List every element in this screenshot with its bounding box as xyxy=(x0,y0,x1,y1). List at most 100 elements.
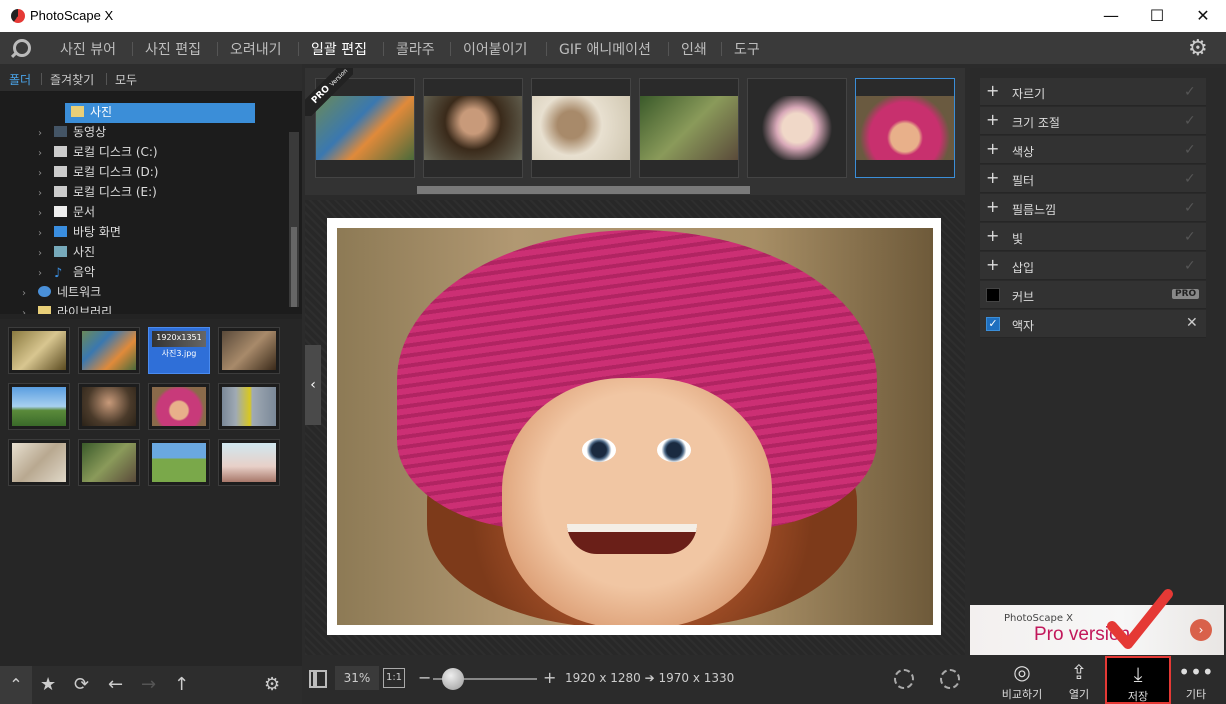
tree-scrollbar[interactable] xyxy=(289,132,299,307)
tree-item-label: 문서 xyxy=(73,205,96,219)
preview-canvas xyxy=(305,200,965,655)
maximize-button[interactable]: ☐ xyxy=(1134,0,1180,32)
tree-item-network[interactable]: › 네트워크 xyxy=(22,283,101,303)
menu-cut-out[interactable]: 오려내기 xyxy=(230,39,282,59)
window-title: PhotoScape X xyxy=(30,8,114,23)
compare-button[interactable]: ◎ 비교하기 xyxy=(993,656,1051,704)
tree-item-drive-d[interactable]: › 로컬 디스크 (D:) xyxy=(38,163,158,183)
tree-item-label: 사진 xyxy=(90,105,113,119)
menu-photo-viewer[interactable]: 사진 뷰어 xyxy=(60,39,116,59)
minimize-button[interactable]: — xyxy=(1088,0,1134,32)
rotate-left-icon[interactable] xyxy=(894,669,914,689)
collapse-left-chevron-icon[interactable]: ‹ xyxy=(305,345,321,425)
app-logo-icon xyxy=(11,9,25,23)
plus-icon: + xyxy=(986,168,1000,187)
filmstrip-thumbnail-selected[interactable] xyxy=(855,78,955,178)
option-insert[interactable]: + 삽입 ✓ xyxy=(980,252,1206,280)
menu-gif-animation[interactable]: GIF 애니메이션 xyxy=(559,39,651,59)
thumbnail[interactable] xyxy=(8,439,70,486)
zoom-level[interactable]: 31% xyxy=(335,666,379,690)
option-filter[interactable]: + 필터 ✓ xyxy=(980,165,1206,193)
tree-item-label: 로컬 디스크 (D:) xyxy=(73,165,159,179)
collapse-up-icon[interactable]: ⌃ xyxy=(0,666,32,704)
tree-item-music[interactable]: › ♪ 음악 xyxy=(38,263,95,283)
open-button[interactable]: ⇪ 열기 xyxy=(1050,656,1108,704)
filmstrip-thumbnail[interactable] xyxy=(531,78,631,178)
actual-size-button[interactable]: 1:1 xyxy=(383,668,405,688)
filmstrip-thumbnail[interactable] xyxy=(639,78,739,178)
menu-combine[interactable]: 이어붙이기 xyxy=(463,39,527,59)
tab-all[interactable]: 모두 xyxy=(115,71,137,88)
curve-checkbox[interactable] xyxy=(986,288,1000,302)
thumbnail-grid: 1920x1351 사진3.jpg xyxy=(0,319,302,666)
plus-icon: + xyxy=(986,226,1000,245)
forward-arrow-icon[interactable]: → xyxy=(141,674,156,695)
thumbnail[interactable] xyxy=(78,327,140,374)
filmstrip-scrollbar[interactable] xyxy=(417,186,750,194)
filmstrip-thumbnail[interactable] xyxy=(747,78,847,178)
thumbnail-selected[interactable]: 1920x1351 사진3.jpg xyxy=(148,327,210,374)
option-resize[interactable]: + 크기 조절 ✓ xyxy=(980,107,1206,135)
banner-next-arrow-icon[interactable]: › xyxy=(1190,619,1212,641)
tree-item-documents[interactable]: › 문서 xyxy=(38,203,95,223)
tree-item-videos[interactable]: › 동영상 xyxy=(38,123,106,143)
open-label: 열기 xyxy=(1068,688,1090,701)
title-bar: PhotoScape X — ☐ ✕ xyxy=(0,0,1226,32)
pro-version-banner[interactable]: PhotoScape X Pro version › xyxy=(970,605,1224,655)
tree-item-label: 음악 xyxy=(73,265,96,279)
tree-item-pictures[interactable]: › 사진 xyxy=(38,243,95,263)
zoom-out-icon[interactable]: − xyxy=(418,668,431,687)
more-dots-icon: ••• xyxy=(1178,660,1214,684)
thumbnail[interactable] xyxy=(78,383,140,430)
view-frame-icon[interactable] xyxy=(309,670,327,688)
frame-checkbox[interactable]: ✓ xyxy=(986,317,1000,331)
tree-item-photos-selected[interactable]: 사진 xyxy=(65,103,255,123)
option-film[interactable]: + 필름느낌 ✓ xyxy=(980,194,1206,222)
thumbnail[interactable] xyxy=(218,439,280,486)
thumbnail[interactable] xyxy=(148,439,210,486)
thumbnail[interactable] xyxy=(148,383,210,430)
check-icon: ✓ xyxy=(1184,171,1196,187)
star-icon[interactable]: ★ xyxy=(40,674,56,695)
pro-badge-sub: Version xyxy=(328,68,350,89)
menu-batch-editor[interactable]: 일괄 편집 xyxy=(311,39,367,59)
thumbnail[interactable] xyxy=(218,383,280,430)
tree-item-desktop[interactable]: › 바탕 화면 xyxy=(38,223,121,243)
more-button[interactable]: ••• 기타 xyxy=(1167,656,1225,704)
tree-item-drive-e[interactable]: › 로컬 디스크 (E:) xyxy=(38,183,157,203)
thumbnail[interactable] xyxy=(8,383,70,430)
close-button[interactable]: ✕ xyxy=(1180,0,1226,32)
tree-item-drive-c[interactable]: › 로컬 디스크 (C:) xyxy=(38,143,158,163)
tab-favorites[interactable]: 즐겨찾기 xyxy=(50,71,94,88)
banner-line1: PhotoScape X xyxy=(1004,613,1074,624)
rotate-right-icon[interactable] xyxy=(940,669,960,689)
option-color[interactable]: + 색상 ✓ xyxy=(980,136,1206,164)
option-frame[interactable]: ✓ 액자 ✕ xyxy=(980,310,1206,338)
option-curve[interactable]: 커브 PRO xyxy=(980,281,1206,309)
tree-item-library[interactable]: › 라이브러리 xyxy=(22,303,112,314)
settings-gear-icon[interactable]: ⚙ xyxy=(1188,36,1208,61)
tree-item-label: 네트워크 xyxy=(57,285,102,299)
thumbnail[interactable] xyxy=(8,327,70,374)
back-arrow-icon[interactable]: ← xyxy=(108,674,123,695)
menu-photo-editor[interactable]: 사진 편집 xyxy=(145,39,201,59)
thumbnail[interactable] xyxy=(78,439,140,486)
library-icon xyxy=(38,306,51,314)
up-arrow-icon[interactable]: ↑ xyxy=(174,674,189,695)
zoom-in-icon[interactable]: + xyxy=(543,668,556,687)
zoom-slider-handle[interactable] xyxy=(442,668,464,690)
option-light[interactable]: + 빛 ✓ xyxy=(980,223,1206,251)
save-button[interactable]: ⤓ 저장 xyxy=(1105,656,1171,704)
remove-x-icon[interactable]: ✕ xyxy=(1186,315,1198,331)
menu-print[interactable]: 인쇄 xyxy=(681,39,707,59)
browser-settings-gear-icon[interactable]: ⚙ xyxy=(264,674,280,695)
home-icon[interactable] xyxy=(13,39,31,57)
tab-folders[interactable]: 폴더 xyxy=(9,71,31,88)
menu-collage[interactable]: 콜라주 xyxy=(396,39,435,59)
filmstrip-thumbnail[interactable] xyxy=(423,78,523,178)
menu-tools[interactable]: 도구 xyxy=(734,39,760,59)
plus-icon: + xyxy=(986,81,1000,100)
thumbnail[interactable] xyxy=(218,327,280,374)
option-crop[interactable]: + 자르기 ✓ xyxy=(980,78,1206,106)
refresh-icon[interactable]: ⟳ xyxy=(74,674,89,695)
